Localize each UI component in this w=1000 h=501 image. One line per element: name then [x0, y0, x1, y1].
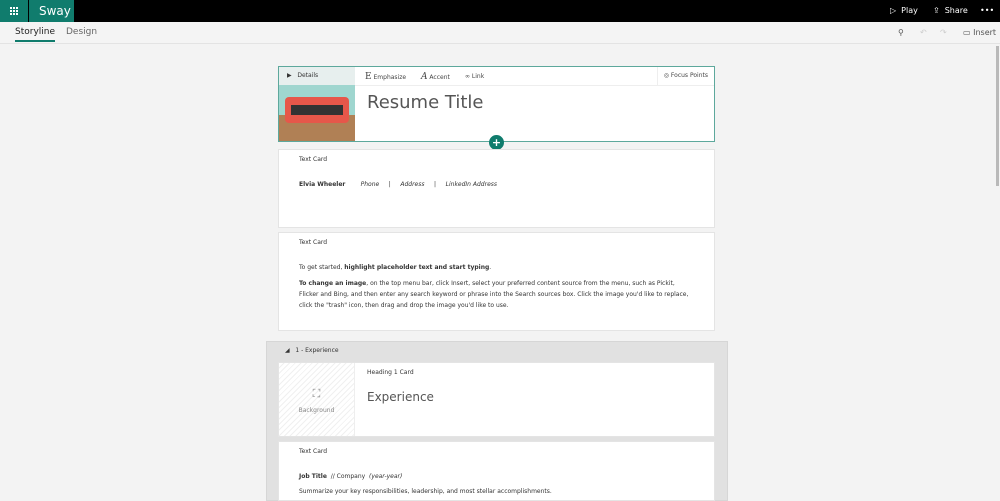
text-card[interactable]: Text Card To get started, highlight plac… [278, 232, 715, 331]
card-type-label: Heading 1 Card [367, 369, 414, 376]
emphasize-icon: E [365, 72, 372, 82]
instructions-paragraph[interactable]: To change an image, on the top menu bar,… [299, 278, 696, 311]
insert-button[interactable]: ▭ Insert [963, 28, 996, 37]
text-card[interactable]: Text Card Job Title // Company (year-yea… [278, 441, 715, 501]
scrollbar[interactable] [996, 46, 999, 186]
waffle-icon [10, 7, 18, 15]
phone-text: Phone [360, 181, 380, 188]
intro-line[interactable]: To get started, highlight placeholder te… [299, 264, 491, 271]
card-type-label: Text Card [299, 239, 328, 246]
details-toggle[interactable]: ▶ Details [287, 72, 318, 79]
address-text: Address [400, 181, 425, 188]
focus-points-button[interactable]: ◎ Focus Points [656, 67, 714, 85]
top-bar: Sway ▷ Play ⇪ Share ••• [0, 0, 1000, 22]
contact-line[interactable]: Elvia Wheeler Phone | Address | LinkedIn… [299, 181, 497, 188]
accent-icon: A [421, 72, 428, 82]
card-type-label: Text Card [299, 156, 328, 163]
share-icon: ⇪ [933, 6, 940, 15]
app-launcher-button[interactable] [0, 0, 28, 22]
more-button[interactable]: ••• [980, 0, 994, 22]
tab-bar: Storyline Design ⚲ ↶ ↷ ▭ Insert [0, 22, 1000, 44]
redo-icon[interactable]: ↷ [940, 28, 947, 37]
text-format-toolbar: E Emphasize A Accent ∞ Link ◎ Focus Poin… [355, 67, 714, 86]
image-icon: ▭ [963, 28, 971, 37]
heading-card[interactable]: ⛶ Background Heading 1 Card Experience [278, 362, 715, 437]
typewriter-image [285, 97, 349, 123]
background-image-placeholder[interactable]: ⛶ Background [279, 363, 355, 436]
tab-storyline[interactable]: Storyline [15, 27, 56, 42]
tab-design[interactable]: Design [66, 27, 97, 37]
job-line[interactable]: Job Title // Company (year-year) [299, 473, 402, 480]
image-icon: ⛶ [312, 387, 321, 400]
link-icon: ∞ [465, 73, 470, 80]
play-icon: ▷ [890, 6, 897, 15]
emphasize-button[interactable]: E Emphasize [365, 72, 406, 82]
name-text: Elvia Wheeler [299, 181, 346, 188]
share-button[interactable]: ⇪ Share [933, 0, 968, 22]
link-button[interactable]: ∞ Link [465, 73, 484, 80]
section-header[interactable]: ◢ 1 - Experience [285, 347, 339, 354]
accent-button[interactable]: A Accent [421, 72, 450, 82]
app-name[interactable]: Sway [29, 0, 74, 22]
linkedin-text: LinkedIn Address [445, 181, 498, 188]
title-text[interactable]: Resume Title [367, 92, 483, 113]
add-card-button[interactable]: + [489, 135, 504, 150]
separator: | [388, 181, 391, 188]
separator: | [434, 181, 437, 188]
summary-text[interactable]: Summarize your key responsibilities, lea… [299, 488, 552, 495]
text-card[interactable]: Text Card Elvia Wheeler Phone | Address … [278, 149, 715, 228]
play-button[interactable]: ▷ Play [890, 0, 918, 22]
search-icon[interactable]: ⚲ [898, 28, 904, 37]
heading-text[interactable]: Experience [367, 390, 434, 404]
focus-points-icon: ◎ [663, 72, 669, 79]
undo-icon[interactable]: ↶ [920, 28, 927, 37]
title-card[interactable]: ▶ Details E Emphasize A Accent ∞ Link ◎ … [278, 66, 715, 142]
card-type-label: Text Card [299, 448, 328, 455]
